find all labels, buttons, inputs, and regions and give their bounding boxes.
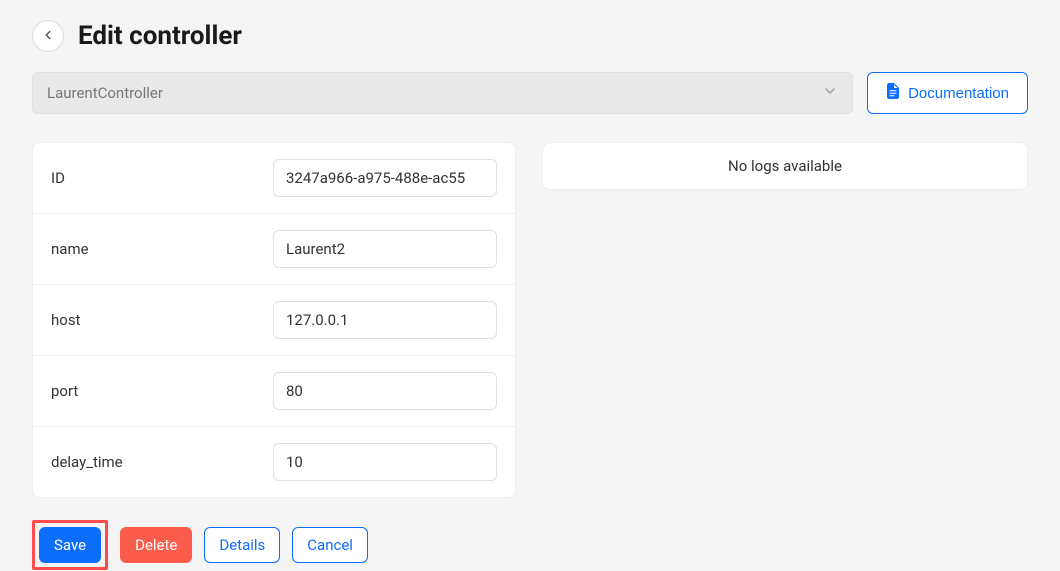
logs-empty-text: No logs available <box>728 157 842 175</box>
form-row-name: name <box>33 214 515 285</box>
controller-type-select[interactable]: LaurentController <box>32 72 853 114</box>
documentation-label: Documentation <box>908 85 1009 102</box>
host-input[interactable] <box>273 301 497 339</box>
form-row-host: host <box>33 285 515 356</box>
id-input[interactable] <box>273 159 497 197</box>
documentation-button[interactable]: Documentation <box>867 72 1028 114</box>
back-button[interactable] <box>32 20 64 52</box>
delay-time-input[interactable] <box>273 443 497 481</box>
save-button[interactable]: Save <box>39 527 101 563</box>
page-title: Edit controller <box>78 21 242 51</box>
name-input[interactable] <box>273 230 497 268</box>
page-header: Edit controller <box>32 20 1028 52</box>
chevron-down-icon <box>822 83 838 103</box>
content-row: ID name host port delay_time No logs ava… <box>32 142 1028 498</box>
form-row-port: port <box>33 356 515 427</box>
port-input[interactable] <box>273 372 497 410</box>
form-row-delay-time: delay_time <box>33 427 515 497</box>
actions-row: Save Delete Details Cancel <box>32 520 1028 570</box>
id-label: ID <box>51 169 65 187</box>
delay-time-label: delay_time <box>51 453 123 471</box>
chevron-left-icon <box>41 28 55 45</box>
details-button[interactable]: Details <box>204 527 280 563</box>
cancel-button[interactable]: Cancel <box>292 527 368 563</box>
save-highlight: Save <box>32 520 108 570</box>
form-panel: ID name host port delay_time <box>32 142 516 498</box>
logs-panel: No logs available <box>542 142 1028 190</box>
controller-type-value: LaurentController <box>47 84 163 102</box>
form-row-id: ID <box>33 143 515 214</box>
delete-button[interactable]: Delete <box>120 527 192 563</box>
file-icon <box>886 83 900 103</box>
top-row: LaurentController Documentation <box>32 72 1028 114</box>
port-label: port <box>51 382 78 400</box>
name-label: name <box>51 240 89 258</box>
host-label: host <box>51 311 80 329</box>
